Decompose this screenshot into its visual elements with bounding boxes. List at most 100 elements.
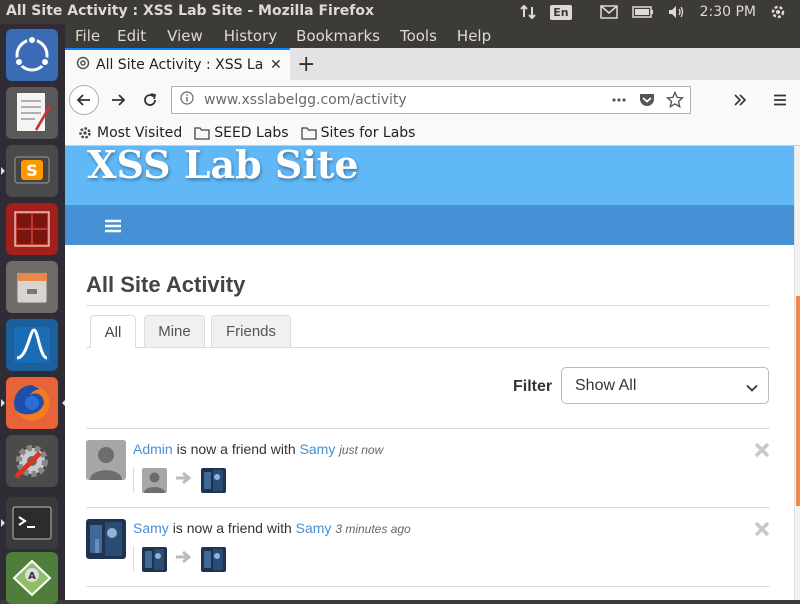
folder-icon xyxy=(194,126,210,140)
text-editor-icon[interactable] xyxy=(6,87,58,139)
running-indicator xyxy=(1,399,5,407)
menu-history[interactable]: History xyxy=(224,27,277,45)
page-favicon-icon xyxy=(76,56,90,74)
menu-file[interactable]: File xyxy=(75,27,100,45)
mail-icon[interactable] xyxy=(599,5,618,19)
filter-select-value: Show All xyxy=(575,376,637,394)
url-actions xyxy=(610,90,685,113)
menu-help[interactable]: Help xyxy=(457,27,491,45)
terminal-icon[interactable] xyxy=(1,497,58,549)
bookmark-label: Most Visited xyxy=(97,124,183,141)
folder-icon xyxy=(300,126,317,140)
subject-link[interactable]: Admin xyxy=(133,441,173,457)
menu-view[interactable]: View xyxy=(167,27,203,45)
activity-attachments xyxy=(133,546,226,572)
menu-bookmarks[interactable]: Bookmarks xyxy=(296,27,380,45)
arrow-right-icon xyxy=(175,549,193,569)
page-content: XSS Lab Site All Site Activity All Mine … xyxy=(65,146,800,600)
chevron-down-icon xyxy=(746,380,758,398)
svg-text:S: S xyxy=(26,161,38,180)
top-panel: All Site Activity : XSS Lab Site - Mozil… xyxy=(0,0,800,24)
new-tab-icon[interactable]: + xyxy=(297,52,315,77)
page-title: All Site Activity xyxy=(86,272,246,297)
svg-text:A: A xyxy=(28,571,36,582)
system-settings-icon[interactable] xyxy=(6,435,58,487)
bookmark-star-icon[interactable] xyxy=(665,90,685,113)
activity-attachments xyxy=(133,467,226,493)
ubuntu-dash-icon[interactable] xyxy=(6,29,58,81)
url-host: www.xsslabelgg.com xyxy=(204,92,351,108)
avatar[interactable] xyxy=(201,467,226,493)
running-indicator xyxy=(1,519,5,527)
overflow-chevron-icon[interactable] xyxy=(725,85,755,115)
volume-icon[interactable] xyxy=(668,5,686,19)
bookmark-label: SEED Labs xyxy=(214,124,289,141)
menu-bar: File Edit View History Bookmarks Tools H… xyxy=(65,24,800,48)
terminator-icon[interactable] xyxy=(6,203,58,255)
url-bar[interactable]: www.xsslabelgg.com/activity xyxy=(171,86,691,114)
menu-edit[interactable]: Edit xyxy=(117,27,146,45)
subject-link[interactable]: Samy xyxy=(133,520,169,536)
tab-friends[interactable]: Friends xyxy=(211,315,291,347)
network-updown-icon[interactable] xyxy=(520,4,536,20)
pocket-icon[interactable] xyxy=(638,91,656,113)
navigation-toolbar: www.xsslabelgg.com/activity xyxy=(65,80,800,120)
activity-river: Admin is now a friend with Samy just now xyxy=(86,428,770,587)
back-button[interactable] xyxy=(69,85,99,115)
clock[interactable]: 2:30 PM xyxy=(700,4,756,20)
hamburger-menu-icon[interactable] xyxy=(765,85,795,115)
gear-icon[interactable] xyxy=(770,4,786,20)
running-indicator xyxy=(1,167,5,175)
page-actions-icon[interactable] xyxy=(610,91,628,113)
tab-title: All Site Activity : XSS Lab Site xyxy=(96,57,264,73)
divider xyxy=(86,305,770,306)
wireshark-icon[interactable] xyxy=(6,319,58,371)
delete-icon[interactable] xyxy=(754,442,770,462)
tab-all[interactable]: All xyxy=(90,315,136,348)
activity-main: All Site Activity All Mine Friends Filte… xyxy=(86,245,770,587)
site-title[interactable]: XSS Lab Site xyxy=(87,146,359,187)
software-updater-icon[interactable]: A xyxy=(6,552,58,604)
firefox-window: File Edit View History Bookmarks Tools H… xyxy=(65,24,800,600)
delete-icon[interactable] xyxy=(754,521,770,541)
avatar[interactable] xyxy=(86,519,126,559)
bookmark-sites-for-labs[interactable]: Sites for Labs xyxy=(300,124,416,141)
activity-time: just now xyxy=(339,443,384,457)
bookmark-seed-labs[interactable]: SEED Labs xyxy=(194,124,289,141)
tab-strip: All Site Activity : XSS Lab Site ✕ + xyxy=(65,48,800,80)
activity-summary: Admin is now a friend with Samy just now xyxy=(133,441,383,457)
filter-select[interactable]: Show All xyxy=(561,367,769,404)
menu-tools[interactable]: Tools xyxy=(400,27,437,45)
site-menu-icon[interactable] xyxy=(105,218,121,237)
url-path: /activity xyxy=(350,92,407,108)
list-item: Samy is now a friend with Samy 3 minutes… xyxy=(86,508,770,587)
firefox-icon[interactable] xyxy=(1,377,66,429)
avatar[interactable] xyxy=(201,546,226,572)
avatar[interactable] xyxy=(142,546,167,572)
forward-button[interactable] xyxy=(103,85,133,115)
avatar[interactable] xyxy=(142,467,167,493)
scrollbar-thumb[interactable] xyxy=(796,296,800,506)
filter-label: Filter xyxy=(513,378,553,395)
bookmark-label: Sites for Labs xyxy=(320,124,416,141)
avatar[interactable] xyxy=(86,440,126,480)
bookmarks-toolbar: Most Visited SEED Labs Sites for Labs xyxy=(65,120,800,146)
tab-close-icon[interactable]: ✕ xyxy=(270,57,282,73)
object-link[interactable]: Samy xyxy=(300,441,336,457)
reload-button[interactable] xyxy=(135,85,165,115)
filter-row: Filter Show All xyxy=(86,348,770,428)
activity-time: 3 minutes ago xyxy=(335,522,411,536)
system-tray: En 2:30 PM xyxy=(520,0,800,24)
bookmark-most-visited[interactable]: Most Visited xyxy=(77,125,182,141)
list-item: Admin is now a friend with Samy just now xyxy=(86,429,770,508)
activity-verb: is now a friend with xyxy=(176,441,296,457)
files-icon[interactable] xyxy=(6,261,58,313)
tab-activity[interactable]: All Site Activity : XSS Lab Site ✕ xyxy=(65,48,290,80)
site-info-icon[interactable] xyxy=(180,91,194,109)
tab-mine[interactable]: Mine xyxy=(144,315,205,347)
activity-summary: Samy is now a friend with Samy 3 minutes… xyxy=(133,520,411,536)
object-link[interactable]: Samy xyxy=(296,520,332,536)
sublime-text-icon[interactable]: S xyxy=(1,145,58,197)
battery-icon[interactable] xyxy=(631,6,654,18)
keyboard-language-indicator[interactable]: En xyxy=(550,4,585,20)
